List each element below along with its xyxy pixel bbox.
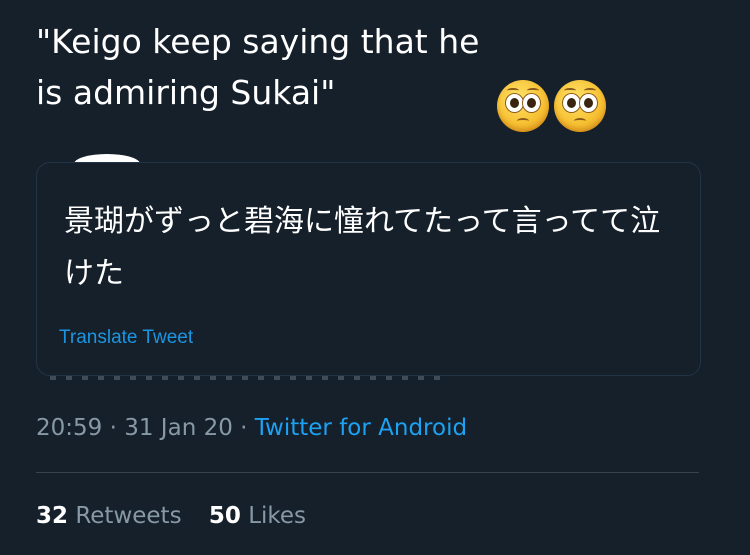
- tweet-metadata: 20:59 · 31 Jan 20 · Twitter for Android: [36, 415, 467, 441]
- cutoff-text-fragment: [50, 376, 450, 380]
- tweet-stats: 32 Retweets 50 Likes: [36, 503, 326, 529]
- tweet-detail-view: "Keigo keep saying that he is admiring S…: [0, 0, 750, 555]
- likes-stat[interactable]: 50 Likes: [209, 503, 306, 529]
- divider: [36, 472, 699, 473]
- translate-tweet-link[interactable]: Translate Tweet: [59, 327, 193, 349]
- quoted-tweet-text: 景瑚がずっと碧海に憧れてたって言ってて泣けた: [64, 204, 661, 291]
- retweets-count: 32: [36, 503, 69, 529]
- tweet-time: 20:59: [36, 415, 103, 441]
- tweet-text: "Keigo keep saying that he is admiring S…: [36, 22, 480, 112]
- emoji-group: [497, 80, 606, 132]
- retweets-stat[interactable]: 32 Retweets: [36, 503, 182, 529]
- pleading-face-icon: [497, 80, 549, 132]
- tweet-source-link[interactable]: Twitter for Android: [255, 415, 467, 441]
- likes-count: 50: [208, 503, 241, 529]
- quoted-tweet-card[interactable]: 景瑚がずっと碧海に憧れてたって言ってて泣けた Translate Tweet: [36, 162, 701, 376]
- meta-separator: ·: [102, 415, 125, 441]
- tweet-date: 31 Jan 20: [124, 415, 233, 441]
- meta-separator: ·: [232, 415, 255, 441]
- likes-label: Likes: [248, 503, 307, 529]
- pleading-face-icon: [554, 80, 606, 132]
- retweets-label: Retweets: [75, 503, 182, 529]
